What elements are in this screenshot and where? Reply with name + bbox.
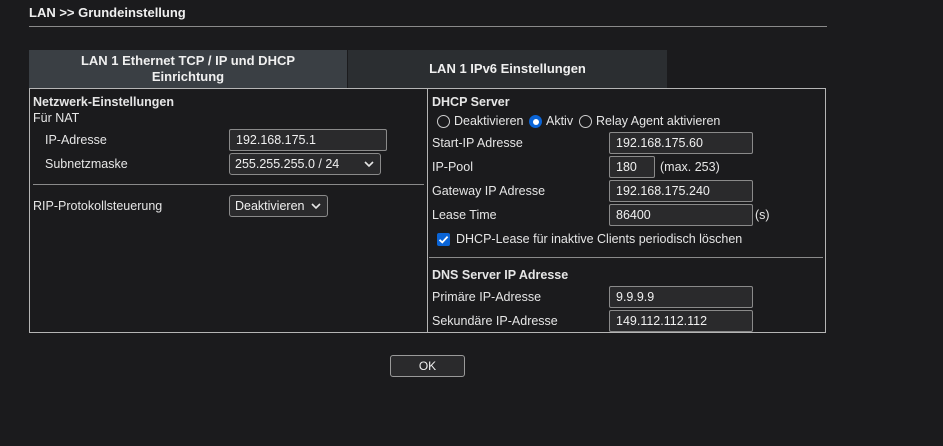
start-ip-label: Start-IP Adresse: [432, 136, 523, 150]
dhcp-mode-active-radio[interactable]: [529, 115, 542, 128]
rip-select[interactable]: Deaktivieren: [229, 195, 328, 217]
tab-lan1-line1: LAN 1 Ethernet TCP / IP und DHCP: [80, 53, 296, 68]
lease-time-input[interactable]: 86400: [609, 204, 753, 226]
lease-time-unit: (s): [755, 208, 770, 222]
start-ip-input[interactable]: 192.168.175.60: [609, 132, 753, 154]
dhcp-mode-disable-radio[interactable]: [437, 115, 450, 128]
subnet-mask-select[interactable]: 255.255.255.0 / 24: [229, 153, 381, 175]
dhcp-mode-relay-radio[interactable]: [579, 115, 592, 128]
clear-lease-checkbox[interactable]: [437, 233, 450, 246]
ip-address-input[interactable]: 192.168.175.1: [229, 129, 387, 151]
dhcp-mode-active-label: Aktiv: [546, 114, 574, 128]
subnet-mask-label: Subnetzmaske: [45, 157, 128, 171]
nat-label: Für NAT: [33, 111, 80, 125]
dhcp-server-title: DHCP Server: [432, 95, 510, 109]
chevron-down-icon: [311, 203, 321, 210]
secondary-dns-label: Sekundäre IP-Adresse: [432, 314, 558, 328]
tab-lan1-ethernet-dhcp[interactable]: LAN 1 Ethernet TCP / IP und DHCP Einrich…: [29, 50, 347, 88]
dns-server-title: DNS Server IP Adresse: [432, 268, 569, 282]
checkmark-icon: [438, 235, 449, 244]
ip-pool-max: (max. 253): [660, 160, 720, 174]
ip-pool-input[interactable]: 180: [609, 156, 655, 178]
header-divider: [29, 26, 827, 27]
rip-label: RIP-Protokollsteuerung: [33, 199, 163, 213]
dhcp-mode-disable-label: Deaktivieren: [454, 114, 524, 128]
gateway-ip-input[interactable]: 192.168.175.240: [609, 180, 753, 202]
dns-section-divider: [429, 257, 823, 258]
ip-address-label: IP-Adresse: [45, 133, 107, 147]
ip-pool-label: IP-Pool: [432, 160, 473, 174]
network-settings-title: Netzwerk-Einstellungen: [33, 95, 174, 109]
subnet-mask-value: 255.255.255.0 / 24: [235, 157, 340, 171]
primary-dns-input[interactable]: 9.9.9.9: [609, 286, 753, 308]
left-section-divider: [33, 184, 424, 185]
rip-value: Deaktivieren: [235, 199, 305, 213]
secondary-dns-input[interactable]: 149.112.112.112: [609, 310, 753, 332]
chevron-down-icon: [364, 161, 374, 168]
tab-lan1-line2: Einrichtung: [151, 69, 225, 84]
gateway-ip-label: Gateway IP Adresse: [432, 184, 546, 198]
breadcrumb: LAN >> Grundeinstellung: [29, 5, 186, 20]
lease-time-label: Lease Time: [432, 208, 497, 222]
panel-divider: [427, 88, 428, 333]
primary-dns-label: Primäre IP-Adresse: [432, 290, 542, 304]
tab-lan1-ipv6[interactable]: LAN 1 IPv6 Einstellungen: [348, 50, 667, 88]
dhcp-mode-relay-label: Relay Agent aktivieren: [596, 114, 721, 128]
clear-lease-label: DHCP-Lease für inaktive Clients periodis…: [456, 232, 743, 246]
ok-button[interactable]: OK: [390, 355, 465, 377]
